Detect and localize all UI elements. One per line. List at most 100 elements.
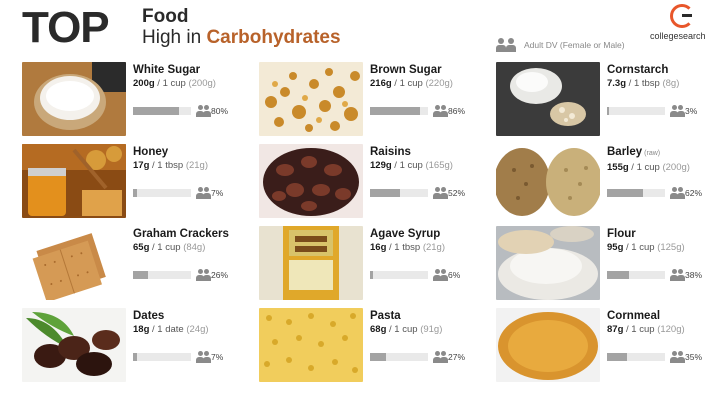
food-carb-amount: 68g [370, 324, 387, 335]
food-info: Barley (raw) 155g / 1 cup (200g) [607, 145, 720, 174]
food-info: Dates 18g / 1 date (24g) [133, 309, 253, 336]
food-photo [496, 226, 600, 300]
food-serving-weight: (84g) [183, 242, 206, 253]
cornmeal-photo [496, 308, 600, 382]
dv-percent: 6% [448, 270, 461, 280]
top-heading: TOP [22, 3, 110, 52]
dv-bar-row: 27% [370, 351, 488, 363]
food-serving: 68g / 1 cup (91g) [370, 324, 443, 335]
food-name-text: White Sugar [133, 64, 201, 76]
food-card[interactable]: Cornmeal 87g / 1 cup (120g) 35% [496, 308, 720, 384]
food-card[interactable]: Flour 95g / 1 cup (125g) 38% [496, 226, 720, 302]
food-serving-size: 1 cup [631, 242, 655, 253]
food-name-text: Honey [133, 146, 169, 158]
food-name-text: Pasta [370, 310, 401, 322]
dv-bar-row: 38% [607, 269, 720, 281]
dv-bar-row: 3% [607, 105, 720, 117]
food-card[interactable]: Cornstarch 7.3g / 1 tbsp (8g) 3% [496, 62, 720, 138]
food-serving: 16g / 1 tbsp (21g) [370, 242, 446, 253]
dv-bar-fill [607, 271, 629, 279]
dv-bar-track [133, 271, 191, 279]
dv-bar-fill [607, 353, 627, 361]
food-carb-amount: 216g [370, 78, 392, 89]
dv-percent: 7% [211, 352, 224, 362]
people-icon [670, 105, 685, 117]
food-photo [259, 226, 363, 300]
dv-bar-row: 7% [133, 187, 251, 199]
food-serving: 216g / 1 cup (220g) [370, 78, 453, 89]
food-info: Cornmeal 87g / 1 cup (120g) [607, 309, 720, 336]
food-name: Cornmeal [607, 309, 720, 323]
food-carb-amount: 87g [607, 324, 624, 335]
food-name: Honey [133, 145, 253, 159]
food-serving: 95g / 1 cup (125g) [607, 242, 685, 253]
title-highlight: Carbohydrates [206, 27, 341, 48]
dv-bar-track [370, 107, 428, 115]
food-name-text: Graham Crackers [133, 228, 229, 240]
dv-percent: 52% [448, 188, 466, 198]
food-serving-weight: (165g) [425, 160, 453, 171]
food-photo [22, 144, 126, 218]
collegesearch-logo[interactable]: collegesearch [650, 4, 716, 44]
food-serving-size: 1 cup [162, 78, 186, 89]
dv-bar-fill [370, 353, 386, 361]
food-info: White Sugar 200g / 1 cup (200g) [133, 63, 253, 90]
food-card[interactable]: White Sugar 200g / 1 cup (200g) 80% [22, 62, 252, 138]
food-name: Graham Crackers [133, 227, 253, 241]
raisins-photo [259, 144, 363, 218]
dv-percent: 35% [685, 352, 703, 362]
dv-bar-fill [370, 271, 373, 279]
food-card[interactable]: Barley (raw) 155g / 1 cup (200g) 62% [496, 144, 720, 220]
food-info: Flour 95g / 1 cup (125g) [607, 227, 720, 254]
food-serving: 87g / 1 cup (120g) [607, 324, 685, 335]
food-serving-size: 1 cup [394, 324, 418, 335]
food-info: Graham Crackers 65g / 1 cup (84g) [133, 227, 253, 254]
dv-bar-fill [607, 189, 643, 197]
food-info: Pasta 68g / 1 cup (91g) [370, 309, 490, 336]
food-serving-size: 1 tbsp [633, 78, 660, 89]
food-carb-amount: 16g [370, 242, 387, 253]
food-serving-size: 1 tbsp [394, 242, 421, 253]
food-card[interactable]: Agave Syrup 16g / 1 tbsp (21g) 6% [259, 226, 489, 302]
food-name: Raisins [370, 145, 490, 159]
food-serving: 18g / 1 date (24g) [133, 324, 209, 335]
food-photo [22, 308, 126, 382]
dv-percent: 86% [448, 106, 466, 116]
dv-percent: 7% [211, 188, 224, 198]
food-info: Cornstarch 7.3g / 1 tbsp (8g) [607, 63, 720, 90]
food-photo [22, 226, 126, 300]
dv-bar-track [370, 271, 428, 279]
logo-text: collegesearch [650, 31, 706, 41]
food-name-text: Flour [607, 228, 636, 240]
food-card[interactable]: Graham Crackers 65g / 1 cup (84g) 26% [22, 226, 252, 302]
food-card[interactable]: Dates 18g / 1 date (24g) 7% [22, 308, 252, 384]
food-name: Flour [607, 227, 720, 241]
cornstarch-photo [496, 62, 600, 136]
food-card[interactable]: Brown Sugar 216g / 1 cup (220g) 86% [259, 62, 489, 138]
food-carb-amount: 65g [133, 242, 150, 253]
dv-bar-fill [133, 271, 148, 279]
food-serving-weight: (21g) [422, 242, 446, 253]
legend: Adult DV (Female or Male) [496, 37, 625, 53]
people-icon [433, 269, 448, 281]
food-carb-amount: 155g [607, 162, 629, 173]
food-photo [259, 308, 363, 382]
dv-bar-track [607, 189, 665, 197]
food-card[interactable]: Honey 17g / 1 tbsp (21g) 7% [22, 144, 252, 220]
people-icon [433, 187, 448, 199]
logo-dash [682, 14, 692, 17]
food-serving-weight: (21g) [185, 160, 209, 171]
dv-bar-row: 7% [133, 351, 251, 363]
food-serving-weight: (120g) [657, 324, 685, 335]
people-icon [670, 269, 685, 281]
food-serving-size: 1 cup [631, 324, 655, 335]
food-card[interactable]: Pasta 68g / 1 cup (91g) 27% [259, 308, 489, 384]
food-serving-weight: (24g) [186, 324, 209, 335]
food-carb-amount: 95g [607, 242, 624, 253]
food-name: Agave Syrup [370, 227, 490, 241]
dv-bar-track [133, 353, 191, 361]
food-serving-size: 1 cup [399, 78, 423, 89]
barley-photo [496, 144, 600, 218]
food-name-text: Raisins [370, 146, 411, 158]
food-card[interactable]: Raisins 129g / 1 cup (165g) 52% [259, 144, 489, 220]
